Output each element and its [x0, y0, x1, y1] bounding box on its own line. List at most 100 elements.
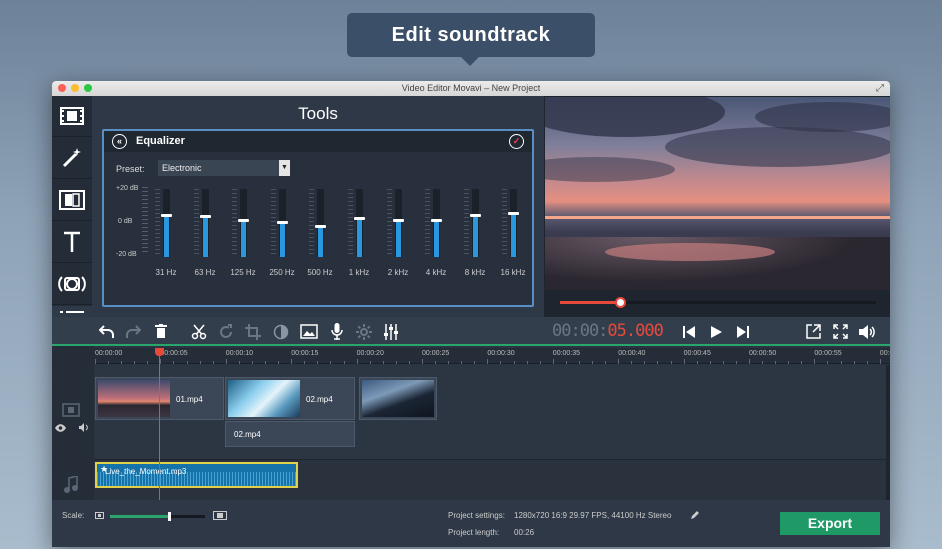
ruler-tick — [840, 361, 842, 364]
eq-band-fill — [280, 222, 285, 257]
ruler-label: 00:00:25 — [422, 350, 450, 357]
clip-label: 02.mp4 — [234, 430, 261, 439]
import-media-button[interactable] — [52, 96, 92, 137]
eq-band-slider[interactable] — [315, 189, 326, 257]
playback-seek-bar[interactable] — [560, 297, 876, 308]
timeline-ruler[interactable]: 00:00:00 00:00:05 00:00:10 00:00:15 00:00:20… — [94, 348, 890, 364]
eq-band-label: 31 Hz — [155, 268, 177, 277]
voiceover-button[interactable] — [324, 317, 350, 346]
eq-band-slider[interactable] — [508, 189, 519, 257]
eq-band-slider[interactable] — [354, 189, 365, 257]
video-track-icon — [62, 403, 80, 417]
timeline-scrollbar[interactable] — [886, 365, 890, 500]
ruler-tick — [788, 361, 790, 364]
ruler-tick — [422, 359, 423, 364]
previous-button[interactable] — [676, 317, 702, 346]
video-preview[interactable] — [545, 97, 890, 290]
eq-band-slider[interactable] — [277, 189, 288, 257]
db-label-bottom: -20 dB — [116, 251, 137, 258]
eq-band-handle[interactable] — [431, 219, 442, 222]
fullscreen-icon[interactable]: ⤢ — [876, 81, 884, 96]
undo-button[interactable] — [94, 317, 120, 346]
eq-band-slider[interactable] — [470, 189, 481, 257]
timecode-active: 05.000 — [607, 321, 663, 341]
minimize-window-button[interactable] — [71, 84, 79, 92]
record-button[interactable] — [52, 264, 92, 305]
transitions-button[interactable] — [52, 180, 92, 221]
eq-band-handle[interactable] — [238, 219, 249, 222]
band-ticks — [348, 189, 353, 257]
eq-band-fill — [164, 215, 169, 257]
eq-band-slider[interactable] — [393, 189, 404, 257]
equalizer-header: « Equalizer ✓ — [104, 131, 532, 152]
audio-clip[interactable]: ★ Live_the_Moment.mp3 — [95, 462, 298, 488]
next-button[interactable] — [730, 317, 756, 346]
maximize-window-button[interactable] — [84, 84, 92, 92]
eq-band-slider[interactable] — [161, 189, 172, 257]
eq-band-handle[interactable] — [277, 221, 288, 224]
ruler-label: 00:00:55 — [814, 350, 842, 357]
picture-button[interactable] — [296, 317, 322, 346]
volume-button[interactable] — [854, 317, 880, 346]
ruler-tick — [238, 361, 240, 364]
eq-band-handle[interactable] — [393, 219, 404, 222]
rotate-button[interactable] — [213, 317, 239, 346]
color-adjust-button[interactable] — [268, 317, 294, 346]
zoom-out-icon[interactable] — [95, 512, 104, 519]
zoom-slider-handle[interactable] — [168, 512, 171, 521]
ruler-tick — [304, 361, 306, 364]
detach-preview-button[interactable] — [800, 317, 826, 346]
video-clip[interactable] — [359, 377, 437, 420]
preset-dropdown[interactable]: Electronic ▼ — [158, 160, 290, 176]
zoom-in-icon[interactable] — [213, 511, 227, 520]
crop-button[interactable] — [240, 317, 266, 346]
eq-band-fill — [434, 220, 439, 257]
clip-settings-button[interactable] — [351, 317, 377, 346]
contrast-icon — [273, 324, 289, 339]
ruler-tick — [95, 359, 96, 364]
eq-band-handle[interactable] — [470, 214, 481, 217]
eq-band-handle[interactable] — [354, 217, 365, 220]
window-title: Video Editor Movavi – New Project — [401, 83, 541, 93]
undo-icon — [99, 324, 114, 338]
back-icon[interactable]: « — [112, 134, 127, 149]
eq-band-slider[interactable] — [200, 189, 211, 257]
fullscreen-button[interactable] — [827, 317, 853, 346]
ruler-tick — [330, 361, 332, 364]
eq-band-slider[interactable] — [431, 189, 442, 257]
eq-band-slider[interactable] — [238, 189, 249, 257]
zoom-slider[interactable] — [110, 512, 205, 521]
eye-icon[interactable] — [55, 424, 66, 432]
play-button[interactable] — [703, 317, 729, 346]
db-label-mid: 0 dB — [118, 218, 133, 225]
filters-button[interactable] — [52, 138, 92, 179]
ruler-tick — [696, 361, 698, 364]
eq-band-handle[interactable] — [508, 212, 519, 215]
close-window-button[interactable] — [58, 84, 66, 92]
eq-band-handle[interactable] — [315, 225, 326, 228]
export-button[interactable]: Export — [780, 512, 880, 535]
checkmark-icon[interactable]: ✓ — [509, 134, 524, 149]
seek-handle[interactable] — [615, 297, 627, 308]
pencil-icon[interactable] — [690, 510, 700, 520]
video-clip-overlay[interactable]: 02.mp4 — [225, 421, 355, 447]
redo-button[interactable] — [120, 317, 146, 346]
film-icon — [60, 107, 84, 125]
tools-panel: Tools « Equalizer ✓ Preset: Electronic ▼… — [92, 96, 544, 332]
video-clip[interactable]: 02.mp4 — [225, 377, 355, 420]
eq-band-handle[interactable] — [161, 214, 172, 217]
titles-button[interactable] — [52, 222, 92, 263]
band-ticks — [387, 189, 392, 257]
eq-band-handle[interactable] — [200, 215, 211, 218]
delete-button[interactable] — [148, 317, 174, 346]
ruler-label: 00:00:50 — [749, 350, 777, 357]
ruler-tick — [199, 361, 201, 364]
ruler-tick — [278, 361, 280, 364]
ruler-tick — [735, 361, 737, 364]
equalizer-button[interactable] — [378, 317, 404, 346]
eq-band-fill — [357, 218, 362, 257]
ruler-tick — [121, 361, 123, 364]
speaker-icon[interactable] — [79, 423, 89, 432]
cut-button[interactable] — [186, 317, 212, 346]
playhead-handle[interactable] — [155, 348, 164, 356]
